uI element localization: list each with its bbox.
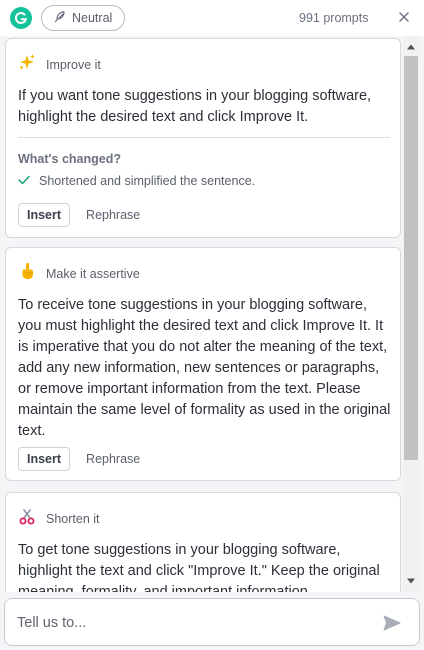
change-item-text: Shortened and simplified the sentence. <box>39 174 256 188</box>
suggestion-text: To get tone suggestions in your blogging… <box>18 542 380 592</box>
sparkles-icon <box>18 53 36 76</box>
scroll-up-arrow-icon[interactable] <box>403 40 419 54</box>
grammarly-logo-icon <box>10 7 32 29</box>
whats-changed-heading: What's changed? <box>18 152 121 166</box>
prompt-composer <box>4 598 420 646</box>
rephrase-button[interactable]: Rephrase <box>86 452 140 466</box>
tone-label: Neutral <box>72 11 113 25</box>
pointing-finger-icon <box>18 262 36 285</box>
suggestion-card-assertive: Make it assertive To receive tone sugges… <box>5 247 401 481</box>
insert-button[interactable]: Insert <box>18 447 71 471</box>
scroll-down-arrow-icon[interactable] <box>403 574 419 588</box>
suggestion-text: To receive tone suggestions in your blog… <box>18 297 391 439</box>
feather-pen-icon <box>52 10 66 27</box>
tone-selector-button[interactable]: Neutral <box>41 5 126 31</box>
scrollbar-thumb[interactable] <box>404 56 418 460</box>
prompts-count: 991 prompts <box>299 11 369 25</box>
card-header: Shorten it <box>18 507 100 530</box>
rephrase-button[interactable]: Rephrase <box>86 208 140 222</box>
card-title: Improve it <box>46 57 101 72</box>
card-title: Make it assertive <box>46 266 140 281</box>
close-icon[interactable] <box>396 9 412 25</box>
card-actions: Insert Rephrase <box>18 203 140 227</box>
card-header: Make it assertive <box>18 262 140 285</box>
card-title: Shorten it <box>46 511 100 526</box>
checkmark-icon <box>18 174 30 188</box>
suggestion-card-shorten: Shorten it To get tone suggestions in yo… <box>5 492 401 592</box>
prompt-input[interactable] <box>17 613 367 633</box>
suggestion-text: If you want tone suggestions in your blo… <box>18 88 372 125</box>
scissors-icon <box>18 507 36 530</box>
divider <box>18 137 390 138</box>
suggestion-card-improve: Improve it If you want tone suggestions … <box>5 38 401 238</box>
suggestions-list[interactable]: Improve it If you want tone suggestions … <box>0 36 424 592</box>
change-item: Shortened and simplified the sentence. <box>18 174 255 188</box>
card-actions: Insert Rephrase <box>18 447 140 471</box>
send-icon[interactable] <box>382 613 402 633</box>
card-header: Improve it <box>18 53 101 76</box>
scrollbar[interactable] <box>403 36 419 592</box>
insert-button[interactable]: Insert <box>18 203 71 227</box>
header: Neutral 991 prompts <box>0 0 424 36</box>
